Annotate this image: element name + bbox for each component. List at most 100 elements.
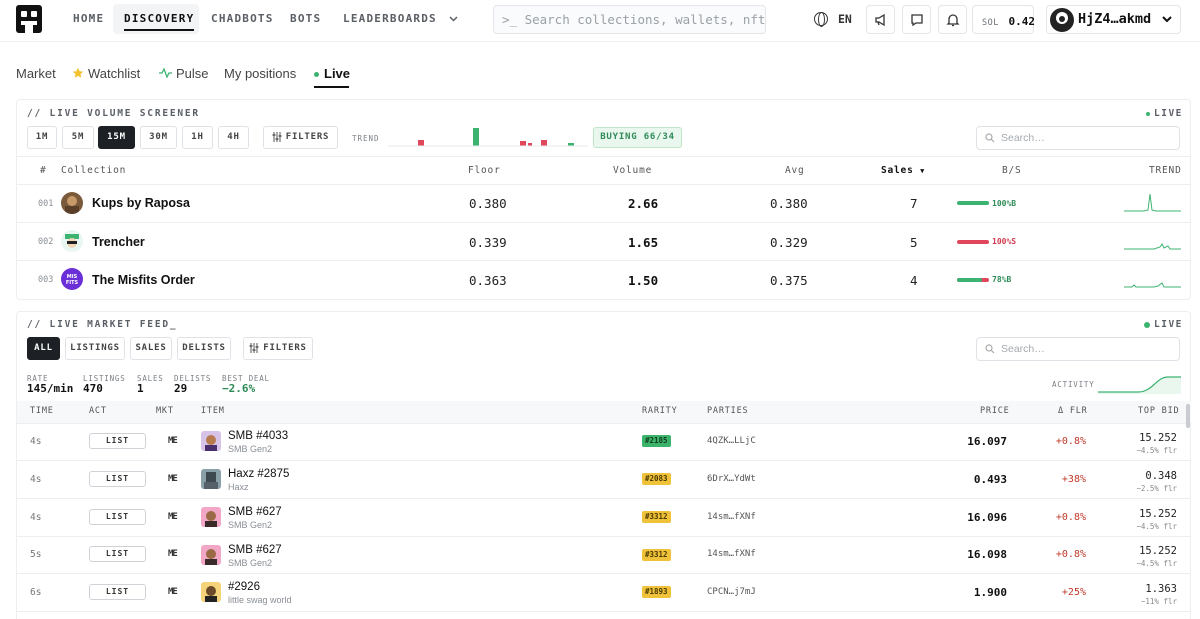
- trend-sparkline: [1124, 193, 1181, 212]
- nft-thumbnail: [201, 582, 221, 602]
- notifications-button[interactable]: [938, 5, 967, 34]
- item-name[interactable]: #2926: [228, 581, 260, 593]
- row-top-bid-floor: −4.5% flr: [1136, 446, 1177, 455]
- marketplace-icon: ME: [168, 587, 178, 597]
- row-sales: 5: [910, 235, 918, 250]
- col-floor[interactable]: Floor: [468, 165, 501, 176]
- col-sales-label: Sales: [881, 165, 914, 176]
- collection-name[interactable]: Kups by Raposa: [92, 196, 190, 210]
- feed-tab-all[interactable]: ALL: [27, 337, 60, 360]
- wallet-menu[interactable]: HjZ4…akmd: [1046, 5, 1181, 34]
- chat-button[interactable]: [902, 5, 931, 34]
- tab-pulse[interactable]: Pulse: [159, 66, 209, 81]
- timeframe-4h[interactable]: 4H: [218, 126, 249, 149]
- search-icon: [985, 344, 995, 354]
- feed-live-indicator: LIVE: [1144, 319, 1183, 330]
- screener-title: // LIVE VOLUME SCREENER: [27, 108, 200, 119]
- language-selector[interactable]: EN: [838, 12, 852, 26]
- item-collection: SMB Gen2: [228, 520, 273, 530]
- tab-market[interactable]: Market: [16, 66, 56, 81]
- screener-filters-button[interactable]: FILTERS: [263, 126, 338, 149]
- bs-label: 78%B: [992, 275, 1012, 284]
- nav-bots[interactable]: BOTS: [290, 0, 321, 38]
- nav-chadbots[interactable]: CHADBOTS: [211, 0, 274, 38]
- col-collection[interactable]: Collection: [61, 165, 126, 176]
- row-sales: 7: [910, 196, 918, 211]
- bs-ratio-bar: [957, 240, 989, 244]
- row-parties[interactable]: 14sm…fXNf: [707, 512, 756, 522]
- col-mkt: MKT: [156, 406, 174, 416]
- divider: [17, 423, 1191, 424]
- row-top-bid: 15.252: [1139, 508, 1177, 520]
- global-search-input[interactable]: >_ Search collections, wallets, nfts: [493, 5, 766, 34]
- feed-tab-listings[interactable]: LISTINGS: [65, 337, 125, 360]
- item-collection: little swag world: [228, 595, 292, 605]
- row-parties[interactable]: 14sm…fXNf: [707, 549, 756, 559]
- logo-icon[interactable]: [16, 5, 42, 33]
- collection-name[interactable]: The Misfits Order: [92, 273, 195, 287]
- screener-search-input[interactable]: Search…: [976, 126, 1180, 150]
- wallet-address: HjZ4…akmd: [1078, 11, 1152, 27]
- tab-live[interactable]: Live: [314, 66, 350, 81]
- tab-watchlist[interactable]: Watchlist: [72, 66, 140, 81]
- stat-best-deal-value: −2.6%: [222, 382, 256, 395]
- screener-live-label: LIVE: [1154, 108, 1183, 119]
- sol-balance[interactable]: SOL 0.42: [972, 5, 1035, 34]
- live-dot-icon: [314, 72, 319, 78]
- row-parties[interactable]: CPCN…j7mJ: [707, 587, 756, 597]
- item-name[interactable]: SMB #627: [228, 506, 282, 518]
- row-time: 4s: [30, 512, 42, 523]
- feed-filters-button[interactable]: FILTERS: [243, 337, 313, 360]
- nav-home[interactable]: HOME: [73, 0, 104, 38]
- timeframe-1m[interactable]: 1M: [27, 126, 57, 149]
- row-parties[interactable]: 4QZK…LLjC: [707, 436, 756, 446]
- row-floor: 0.339: [469, 235, 507, 250]
- chevron-down-icon: [1162, 16, 1172, 23]
- announcements-button[interactable]: [866, 5, 895, 34]
- trend-label: TREND: [352, 134, 380, 143]
- feed-search-input[interactable]: Search…: [976, 337, 1180, 361]
- live-dot-icon: [1144, 321, 1150, 328]
- activity-sparkline: [1098, 376, 1181, 394]
- collection-name[interactable]: Trencher: [92, 235, 145, 249]
- timeframe-15m[interactable]: 15M: [98, 126, 135, 149]
- col-avg[interactable]: Avg: [785, 165, 805, 176]
- svg-text:FITS: FITS: [66, 280, 79, 286]
- divider: [17, 222, 1191, 223]
- feed-live-label: LIVE: [1154, 319, 1183, 330]
- feed-tab-sales[interactable]: SALES: [130, 337, 172, 360]
- row-avg: 0.375: [770, 273, 808, 288]
- globe-icon[interactable]: [814, 12, 828, 27]
- item-name[interactable]: Haxz #2875: [228, 468, 289, 480]
- row-avg: 0.380: [770, 196, 808, 211]
- timeframe-5m[interactable]: 5M: [62, 126, 94, 149]
- timeframe-30m[interactable]: 30M: [140, 126, 177, 149]
- nav-discovery[interactable]: DISCOVERY: [124, 0, 195, 38]
- row-volume: 2.66: [628, 196, 659, 211]
- rarity-badge: #2185: [642, 435, 671, 447]
- feed-tab-delists[interactable]: DELISTS: [177, 337, 231, 360]
- sort-desc-icon: ▼: [920, 167, 926, 175]
- row-time: 4s: [30, 436, 42, 447]
- nav-leaderboards[interactable]: LEADERBOARDS: [343, 0, 458, 38]
- row-avg: 0.329: [770, 235, 808, 250]
- item-name[interactable]: SMB #4033: [228, 430, 288, 442]
- sliders-icon: [272, 131, 282, 142]
- row-rank: 001: [38, 199, 54, 209]
- feed-title: // LIVE MARKET FEED_: [27, 319, 178, 330]
- item-name[interactable]: SMB #627: [228, 544, 282, 556]
- row-time: 6s: [30, 587, 42, 598]
- row-price: 0.493: [973, 473, 1007, 486]
- action-badge: LIST: [89, 433, 146, 449]
- tab-my-positions[interactable]: My positions: [224, 66, 296, 81]
- col-volume[interactable]: Volume: [613, 165, 652, 176]
- bs-ratio-bar: [957, 278, 982, 282]
- col-sales[interactable]: Sales ▼: [881, 165, 925, 176]
- timeframe-1h[interactable]: 1H: [182, 126, 213, 149]
- rarity-badge: #2083: [642, 473, 671, 485]
- col-bs: B/S: [1002, 165, 1022, 176]
- row-parties[interactable]: 6DrX…YdWt: [707, 474, 756, 484]
- feed-scrollbar[interactable]: [1186, 404, 1190, 428]
- activity-label: ACTIVITY: [1052, 380, 1095, 389]
- live-dot-icon: [1146, 111, 1150, 116]
